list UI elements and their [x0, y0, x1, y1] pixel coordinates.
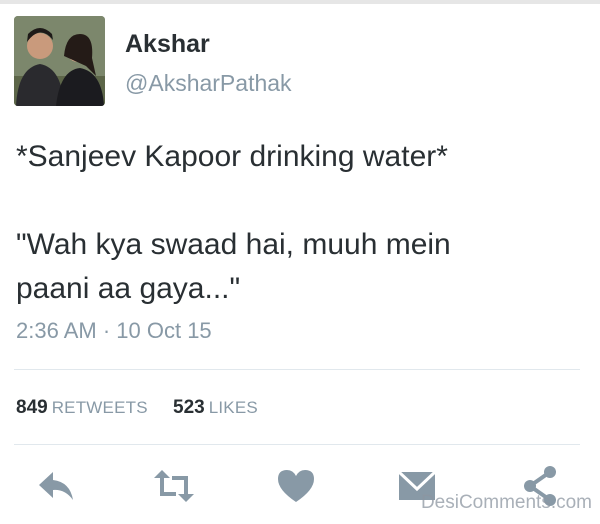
retweets-count: 849 [16, 397, 48, 418]
retweets-label: RETWEETS [51, 398, 148, 417]
retweets-stat[interactable]: 849 RETWEETS [16, 397, 148, 418]
divider [14, 444, 580, 445]
user-handle[interactable]: @AksharPathak [125, 70, 292, 97]
user-display-name[interactable]: Akshar [125, 30, 210, 59]
retweet-button[interactable] [150, 462, 198, 510]
tweet-timestamp[interactable]: 2:36 AM · 10 Oct 15 [16, 318, 212, 344]
like-icon [278, 470, 314, 502]
top-border [0, 0, 600, 4]
avatar-photo [14, 16, 105, 106]
likes-count: 523 [173, 397, 205, 418]
reply-button[interactable] [33, 462, 81, 510]
reply-icon [39, 472, 73, 500]
likes-label: LIKES [208, 398, 258, 417]
watermark: DesiComments.com [420, 492, 592, 513]
retweet-icon [154, 470, 194, 502]
likes-stat[interactable]: 523 LIKES [173, 397, 258, 418]
tweet-text: *Sanjeev Kapoor drinking water* "Wah kya… [16, 140, 451, 305]
divider [14, 369, 580, 370]
tweet-stats: 849 RETWEETS 523 LIKES [16, 397, 258, 419]
like-button[interactable] [272, 462, 320, 510]
avatar[interactable] [14, 16, 105, 106]
